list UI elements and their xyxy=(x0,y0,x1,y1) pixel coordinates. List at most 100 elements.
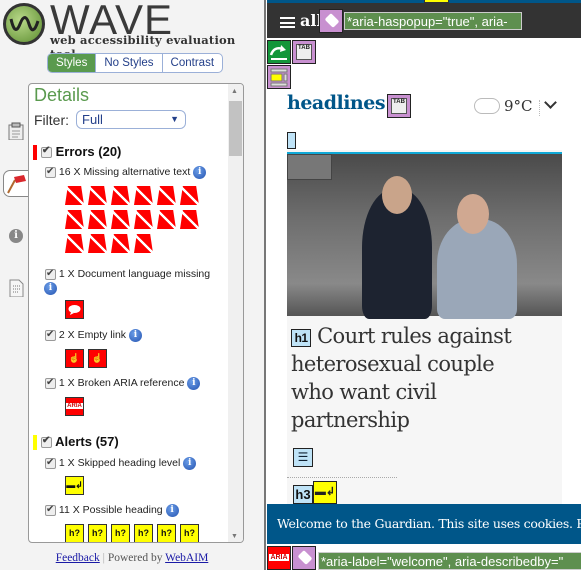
missing-alt-icon[interactable] xyxy=(134,186,153,205)
missing-alt-icon[interactable] xyxy=(88,210,107,229)
list-item: 16 X Missing alternative text i xyxy=(45,165,225,179)
possible-heading-icon[interactable]: h? xyxy=(65,524,84,542)
aria-tag-icon[interactable] xyxy=(292,546,316,570)
possible-heading-icon[interactable]: h? xyxy=(180,524,199,542)
separator: | xyxy=(102,552,105,564)
list-icon[interactable] xyxy=(287,132,296,149)
filter-select[interactable]: Full ▼ xyxy=(76,110,186,129)
missing-alt-icon[interactable] xyxy=(88,234,107,253)
possible-heading-icon[interactable]: h? xyxy=(111,524,130,542)
missing-alt-icon[interactable] xyxy=(157,210,176,229)
missing-alt-icon[interactable] xyxy=(65,234,84,253)
language-missing-icon[interactable] xyxy=(65,300,84,319)
item-label: 11 X Possible heading xyxy=(58,504,163,516)
skip-link-icon[interactable] xyxy=(267,40,291,64)
broken-aria-icon[interactable]: ARIA xyxy=(267,546,291,570)
error-color-bar xyxy=(33,145,37,161)
scrollbar[interactable]: ▲ ▼ xyxy=(228,84,243,542)
possible-heading-icon[interactable]: h? xyxy=(134,524,153,542)
category-alerts: Alerts (57) xyxy=(33,434,119,451)
view-tabs: Styles No Styles Contrast xyxy=(47,53,224,73)
item-checkbox[interactable] xyxy=(45,376,56,390)
missing-alt-icon[interactable] xyxy=(111,186,130,205)
list-icon[interactable]: ☰ xyxy=(293,448,313,467)
tabindex-icon[interactable]: TAB xyxy=(387,94,411,118)
category-errors: Errors (20) xyxy=(33,144,121,161)
site-header: all *aria-haspopup="true", aria- xyxy=(267,0,581,38)
info-icon[interactable]: i xyxy=(193,165,207,179)
missing-alt-icon[interactable] xyxy=(180,186,199,205)
list-item: 1 X Broken ARIA reference i xyxy=(45,376,225,390)
item-checkbox[interactable] xyxy=(45,328,56,342)
empty-link-icon[interactable]: ☝ xyxy=(65,349,84,368)
info-icon[interactable]: i xyxy=(183,456,197,470)
item-checkbox[interactable] xyxy=(45,503,56,517)
item-checkbox[interactable] xyxy=(45,165,56,179)
article-photo[interactable] xyxy=(287,152,562,319)
missing-alt-icon[interactable] xyxy=(65,186,84,205)
list-item: 2 X Empty link i xyxy=(45,328,225,342)
possible-heading-icons: h? h? h? h? h? h? xyxy=(65,524,205,542)
details-panel: Details Filter: Full ▼ Errors (20) 16 X M… xyxy=(28,83,244,543)
aria-text: ARIA xyxy=(269,554,289,561)
page-preview: all *aria-haspopup="true", aria- TAB hea… xyxy=(267,0,581,570)
filter-value: Full xyxy=(82,112,103,127)
section-title[interactable]: headlines xyxy=(287,92,386,114)
info-icon[interactable]: i xyxy=(9,229,23,243)
missing-alt-icon[interactable] xyxy=(134,234,153,253)
clipboard-icon[interactable] xyxy=(8,122,24,140)
broken-aria-icon[interactable]: ARIA xyxy=(65,397,84,416)
missing-alt-icon[interactable] xyxy=(88,186,107,205)
h1-badge-icon[interactable]: h1 xyxy=(291,328,311,347)
info-icon[interactable]: i xyxy=(44,281,57,295)
missing-alt-icon[interactable] xyxy=(180,210,199,229)
info-icon[interactable]: i xyxy=(187,376,201,390)
tab-contrast[interactable]: Contrast xyxy=(161,54,222,72)
possible-heading-icon[interactable]: h? xyxy=(88,524,107,542)
layout-region-icon[interactable] xyxy=(267,65,291,89)
chevron-down-icon[interactable] xyxy=(544,96,557,109)
item-checkbox[interactable] xyxy=(45,267,56,281)
scroll-up-icon[interactable]: ▲ xyxy=(231,88,238,95)
flag-icon xyxy=(7,175,26,194)
feedback-link[interactable]: Feedback xyxy=(56,552,100,564)
item-label: 1 X Skipped heading level xyxy=(58,457,181,469)
missing-alt-icon[interactable] xyxy=(111,210,130,229)
info-icon[interactable]: i xyxy=(128,328,142,342)
missing-alt-icon[interactable] xyxy=(157,186,176,205)
missing-alt-icon[interactable] xyxy=(111,234,130,253)
headline-text: Court rules against heterosexual couple … xyxy=(291,324,512,432)
h3-badge-icon[interactable]: h3 xyxy=(293,485,313,504)
divider xyxy=(539,100,540,116)
errors-checkbox[interactable] xyxy=(41,145,52,159)
document-icon[interactable] xyxy=(8,279,24,297)
aria-tag-icon[interactable] xyxy=(319,9,343,33)
scroll-down-icon[interactable]: ▼ xyxy=(231,533,238,540)
tab-no-styles[interactable]: No Styles xyxy=(95,54,161,72)
tab-styles[interactable]: Styles xyxy=(48,54,96,72)
alert-icon[interactable] xyxy=(424,0,449,3)
tab-details-flag[interactable] xyxy=(3,170,30,197)
alert-color-bar xyxy=(33,435,37,451)
dropdown-arrow-icon: ▼ xyxy=(170,114,179,124)
item-label: 2 X Empty link xyxy=(58,329,127,341)
broken-aria-icons: ARIA xyxy=(65,397,205,416)
empty-link-icon[interactable]: ☝ xyxy=(88,349,107,368)
cloud-icon xyxy=(474,98,500,114)
wave-logo-icon xyxy=(9,16,40,32)
info-icon[interactable]: i xyxy=(165,503,179,517)
webaim-link[interactable]: WebAIM xyxy=(165,552,208,564)
missing-alt-icon[interactable] xyxy=(65,210,84,229)
scrollbar-thumb[interactable] xyxy=(229,101,242,156)
skipped-heading-icon[interactable]: ▬↲ xyxy=(313,481,337,504)
tabindex-icon[interactable]: TAB xyxy=(292,40,316,64)
missing-alt-icon[interactable] xyxy=(134,210,153,229)
item-checkbox[interactable] xyxy=(45,456,56,470)
article-headline[interactable]: h1 Court rules against heterosexual coup… xyxy=(291,322,541,434)
missing-alt-icons xyxy=(65,186,205,253)
menu-icon[interactable] xyxy=(280,17,295,28)
aria-annotation: *aria-label="welcome", aria-describedby=… xyxy=(318,552,581,570)
alerts-checkbox[interactable] xyxy=(41,435,52,449)
skipped-heading-icon[interactable]: ▬↲ xyxy=(65,476,84,495)
possible-heading-icon[interactable]: h? xyxy=(157,524,176,542)
